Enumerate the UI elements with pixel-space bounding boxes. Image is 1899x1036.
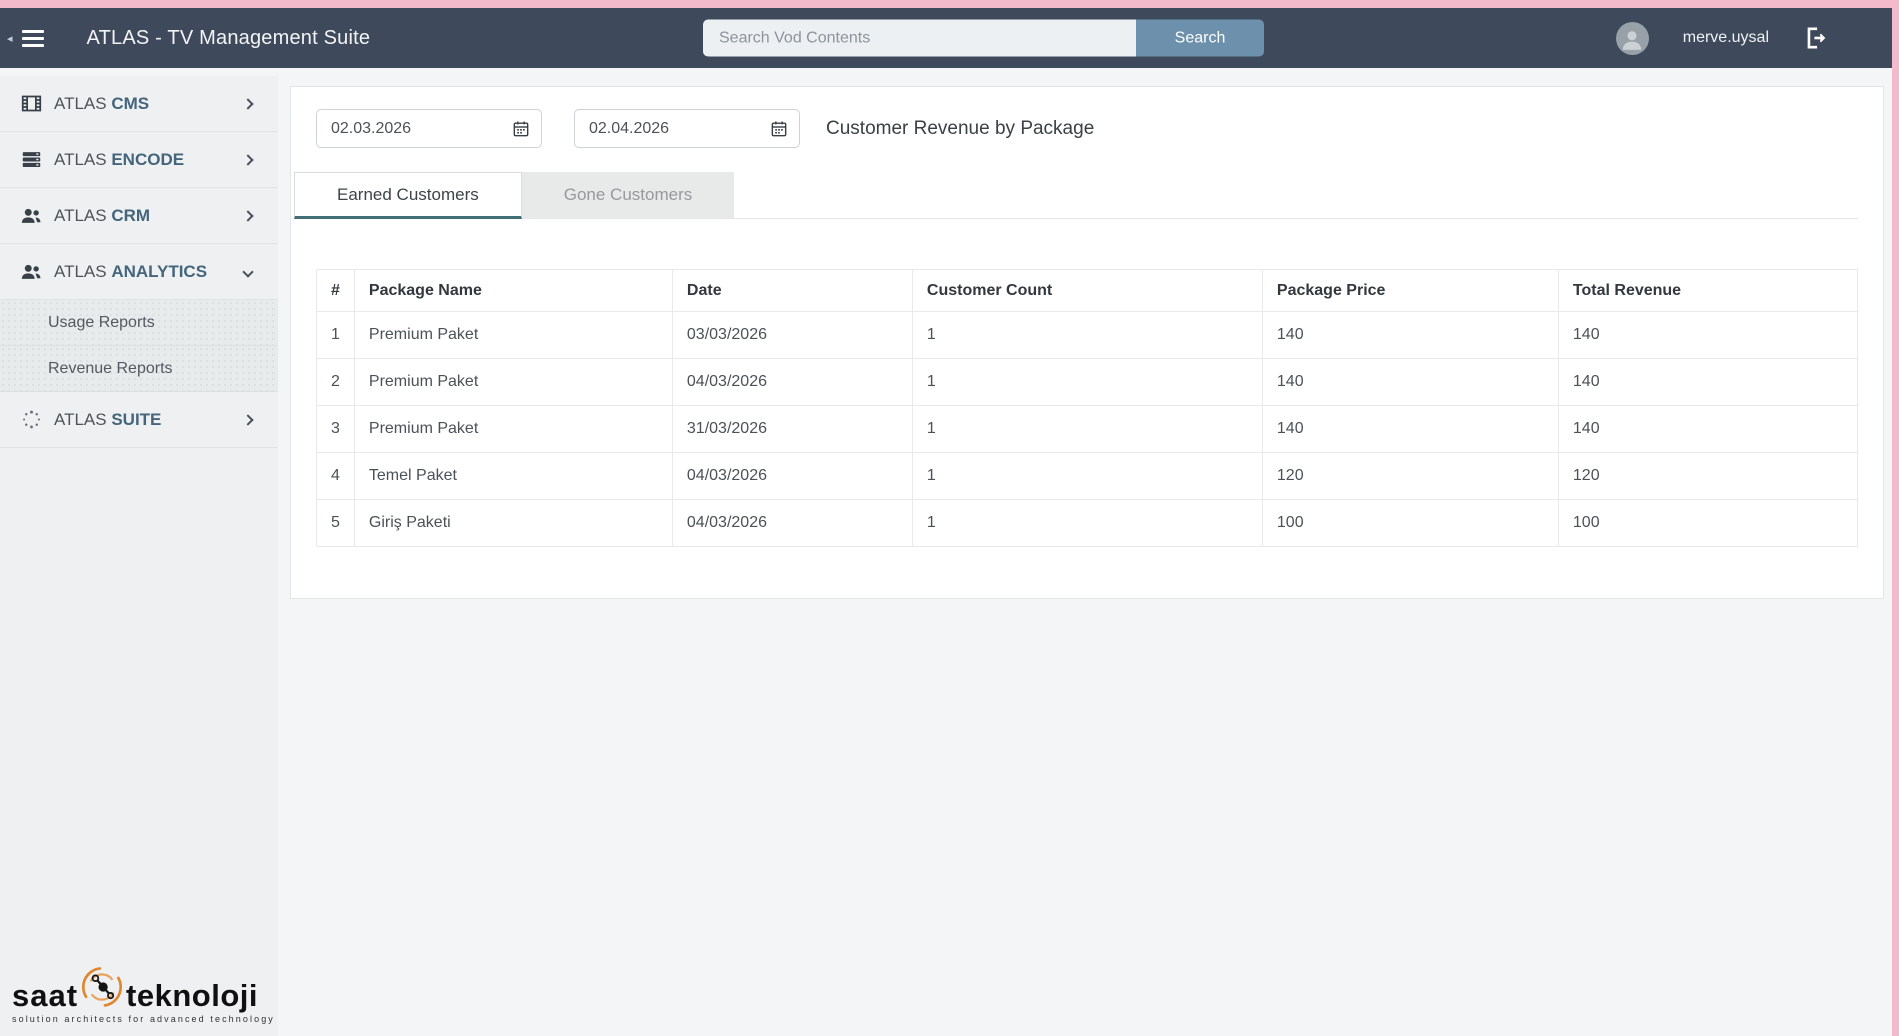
cell-date: 31/03/2026 [672,406,912,453]
cell-index: 2 [317,359,355,406]
cell-package-name: Premium Paket [354,359,672,406]
users-icon [18,205,44,227]
cell-package-name: Premium Paket [354,312,672,359]
chevron-right-icon [242,210,253,221]
cell-customer-count: 1 [912,453,1262,500]
sidebar-item-label: ATLAS CMS [54,94,149,114]
cell-package-price: 120 [1262,453,1558,500]
username-label[interactable]: merve.uysal [1683,29,1769,47]
calendar-icon[interactable] [511,119,531,139]
spinner-icon [18,409,44,430]
cell-total-revenue: 120 [1558,453,1857,500]
app-title: ATLAS - TV Management Suite [87,27,371,50]
menu-toggle-icon[interactable] [22,30,44,47]
sidebar-item-atlas-encode[interactable]: ATLAS ENCODE [0,132,278,188]
table-row: 3 Premium Paket 31/03/2026 1 140 140 [317,406,1858,453]
sidebar-item-atlas-suite[interactable]: ATLAS SUITE [0,392,278,448]
cell-customer-count: 1 [912,406,1262,453]
sidebar-item-atlas-cms[interactable]: ATLAS CMS [0,76,278,132]
cell-index: 1 [317,312,355,359]
top-navbar: ◂ ATLAS - TV Management Suite Search mer… [0,8,1892,68]
cell-customer-count: 1 [912,500,1262,547]
search-button[interactable]: Search [1136,20,1264,57]
sidebar-item-label: ATLAS ENCODE [54,150,184,170]
table-row: 2 Premium Paket 04/03/2026 1 140 140 [317,359,1858,406]
cell-total-revenue: 140 [1558,406,1857,453]
cell-index: 3 [317,406,355,453]
report-tabs: Earned Customers Gone Customers [294,172,1858,219]
cell-package-name: Premium Paket [354,406,672,453]
vod-search: Search [703,20,1264,57]
cell-total-revenue: 100 [1558,500,1857,547]
cell-date: 04/03/2026 [672,500,912,547]
chevron-down-icon [242,266,253,277]
date-from-field[interactable] [316,109,542,148]
cell-customer-count: 1 [912,312,1262,359]
sidebar-item-label: ATLAS CRM [54,206,150,226]
main-content: Customer Revenue by Package Earned Custo… [278,76,1892,1036]
col-header-date: Date [672,270,912,312]
sidebar: ATLAS CMS ATLAS ENCODE [0,76,278,1036]
cell-date: 04/03/2026 [672,359,912,406]
sidebar-collapse-arrow-icon[interactable]: ◂ [7,32,13,45]
date-to-input[interactable] [589,120,763,138]
calendar-icon[interactable] [769,119,789,139]
chevron-right-icon [242,154,253,165]
col-header-index: # [317,270,355,312]
col-header-total-revenue: Total Revenue [1558,270,1857,312]
table-header-row: # Package Name Date Customer Count Packa… [317,270,1858,312]
navbar-user-area: merve.uysal [1616,22,1892,55]
sidebar-subitem-revenue-reports[interactable]: Revenue Reports [0,346,278,392]
server-icon [18,149,44,170]
tab-gone-customers[interactable]: Gone Customers [522,172,735,219]
logo-text-saat: saat [12,982,78,1010]
revenue-table: # Package Name Date Customer Count Packa… [316,269,1858,547]
person-icon [1619,26,1645,52]
cell-total-revenue: 140 [1558,359,1857,406]
logo-tagline: solution architects for advanced technol… [12,1014,268,1024]
table-row: 4 Temel Paket 04/03/2026 1 120 120 [317,453,1858,500]
chevron-right-icon [242,98,253,109]
logout-icon[interactable] [1803,25,1829,51]
cell-customer-count: 1 [912,359,1262,406]
cell-package-name: Giriş Paketi [354,500,672,547]
col-header-package-price: Package Price [1262,270,1558,312]
sidebar-subitem-usage-reports[interactable]: Usage Reports [0,300,278,346]
cell-package-price: 140 [1262,406,1558,453]
page-title: Customer Revenue by Package [826,118,1094,140]
user-avatar[interactable] [1616,22,1649,55]
report-filter-row: Customer Revenue by Package [316,109,1858,148]
date-from-input[interactable] [331,120,505,138]
app-window: ◂ ATLAS - TV Management Suite Search mer… [0,0,1899,1036]
cell-date: 04/03/2026 [672,453,912,500]
sidebar-item-label: ATLAS ANALYTICS [54,262,207,282]
sidebar-item-atlas-analytics[interactable]: ATLAS ANALYTICS [0,244,278,300]
cell-index: 4 [317,453,355,500]
table-row: 5 Giriş Paketi 04/03/2026 1 100 100 [317,500,1858,547]
film-icon [18,93,44,114]
logo-text-teknoloji: teknoloji [126,982,258,1010]
tab-earned-customers[interactable]: Earned Customers [294,172,522,219]
cell-package-name: Temel Paket [354,453,672,500]
search-input[interactable] [703,20,1136,57]
col-header-package-name: Package Name [354,270,672,312]
table-row: 1 Premium Paket 03/03/2026 1 140 140 [317,312,1858,359]
saat-teknoloji-logo-icon [80,965,124,1014]
cell-date: 03/03/2026 [672,312,912,359]
date-to-field[interactable] [574,109,800,148]
cell-index: 5 [317,500,355,547]
sidebar-item-label: ATLAS SUITE [54,410,161,430]
cell-package-price: 100 [1262,500,1558,547]
cell-package-price: 140 [1262,359,1558,406]
report-panel: Customer Revenue by Package Earned Custo… [290,86,1884,599]
users-icon [18,261,44,283]
cell-total-revenue: 140 [1558,312,1857,359]
sidebar-item-atlas-crm[interactable]: ATLAS CRM [0,188,278,244]
cell-package-price: 140 [1262,312,1558,359]
chevron-right-icon [242,414,253,425]
col-header-customer-count: Customer Count [912,270,1262,312]
vendor-logo: saat teknoloji solution architects for a… [0,959,278,1036]
